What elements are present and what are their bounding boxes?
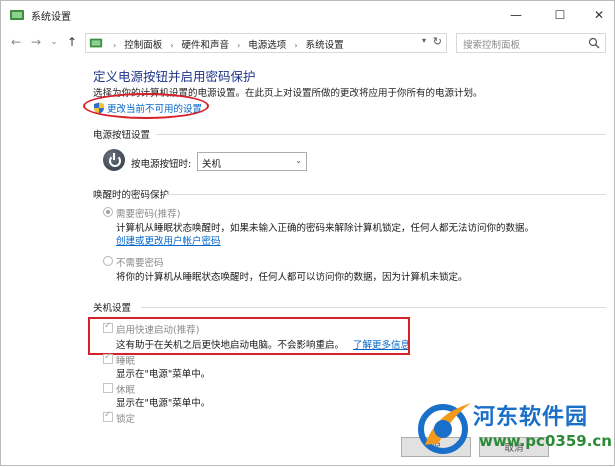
chevron-right-icon: › <box>170 41 174 50</box>
search-input[interactable]: 搜索控制面板 <box>456 33 606 53</box>
control-panel-icon <box>89 38 103 48</box>
sleep-checkbox[interactable] <box>103 352 113 364</box>
forward-button[interactable]: → <box>29 34 43 50</box>
power-icon <box>103 149 125 171</box>
divider <box>156 134 606 135</box>
breadcrumb-power-options[interactable]: 电源选项 <box>248 40 286 51</box>
up-button[interactable]: ↑ <box>65 34 79 50</box>
require-password-radio[interactable] <box>103 207 113 217</box>
highlight-ellipse <box>83 93 209 119</box>
sleep-title: 睡眠 <box>116 356 136 367</box>
address-bar[interactable]: › 控制面板 › 硬件和声音 › 电源选项 › 系统设置 ▾ ↻ <box>85 33 447 53</box>
power-button-field-label: 按电源按钮时: <box>131 159 192 170</box>
divider <box>166 194 606 195</box>
page-title: 定义电源按钮并启用密码保护 <box>93 69 256 84</box>
search-placeholder: 搜索控制面板 <box>463 40 521 51</box>
change-password-link[interactable]: 创建或更改用户帐户密码 <box>116 233 221 247</box>
shutdown-group-label: 关机设置 <box>93 303 132 314</box>
breadcrumb-control-panel[interactable]: 控制面板 <box>124 40 162 51</box>
back-button[interactable]: ← <box>9 34 23 50</box>
power-button-action-value: 关机 <box>202 159 222 170</box>
close-button[interactable]: ✕ <box>584 1 614 29</box>
search-icon <box>588 37 600 49</box>
refresh-icon[interactable]: ↻ <box>433 35 442 48</box>
main-content: 定义电源按钮并启用密码保护 选择为你的计算机设置的电源设置。在此页上对设置所做的… <box>1 57 614 467</box>
chevron-down-icon[interactable]: ▾ <box>422 36 426 45</box>
wake-password-group-label: 唤醒时的密码保护 <box>93 190 170 201</box>
watermark-url: www.pc0359.cn <box>479 432 612 450</box>
require-password-title: 需要密码(推荐) <box>116 209 181 220</box>
chevron-down-icon: ⌄ <box>295 156 302 165</box>
control-panel-window: 系统设置 — ☐ ✕ ← → ⌄ ↑ › 控制面板 › 硬件和声音 › 电源选项… <box>0 0 615 466</box>
no-password-radio[interactable] <box>103 256 113 266</box>
hibernate-checkbox[interactable] <box>103 383 113 393</box>
recent-locations-button[interactable]: ⌄ <box>47 34 61 50</box>
chevron-right-icon: › <box>113 41 117 50</box>
lock-title: 锁定 <box>116 414 136 425</box>
maximize-button[interactable]: ☐ <box>545 1 575 29</box>
chevron-right-icon: › <box>294 41 298 50</box>
window-title: 系统设置 <box>31 12 71 23</box>
lock-checkbox[interactable] <box>103 410 113 422</box>
chevron-right-icon: › <box>237 41 241 50</box>
hibernate-desc: 显示在"电源"菜单中。 <box>116 398 211 409</box>
sleep-desc: 显示在"电源"菜单中。 <box>116 369 211 380</box>
title-bar[interactable]: 系统设置 — ☐ ✕ <box>1 1 614 29</box>
divider <box>141 307 606 308</box>
navigation-bar: ← → ⌄ ↑ › 控制面板 › 硬件和声音 › 电源选项 › 系统设置 ▾ ↻… <box>1 29 614 57</box>
breadcrumb-system-settings[interactable]: 系统设置 <box>306 40 344 51</box>
watermark-logo-icon <box>418 403 471 454</box>
power-button-action-select[interactable]: 关机 ⌄ <box>197 152 307 171</box>
no-password-desc: 将你的计算机从睡眠状态唤醒时，任何人都可以访问你的数据，因为计算机未锁定。 <box>116 272 468 283</box>
watermark-title: 河东软件园 <box>473 405 589 430</box>
control-panel-icon <box>10 10 24 20</box>
hibernate-title: 休眠 <box>116 385 136 396</box>
minimize-button[interactable]: — <box>501 1 531 29</box>
breadcrumb-hardware-sound[interactable]: 硬件和声音 <box>182 40 230 51</box>
require-password-desc: 计算机从睡眠状态唤醒时，如果未输入正确的密码来解除计算机锁定，任何人都无法访问你… <box>116 223 535 234</box>
breadcrumb: › 控制面板 › 硬件和声音 › 电源选项 › 系统设置 <box>108 37 344 51</box>
power-button-group-label: 电源按钮设置 <box>93 130 151 141</box>
highlight-rectangle <box>88 317 410 355</box>
no-password-title: 不需要密码 <box>116 258 164 269</box>
